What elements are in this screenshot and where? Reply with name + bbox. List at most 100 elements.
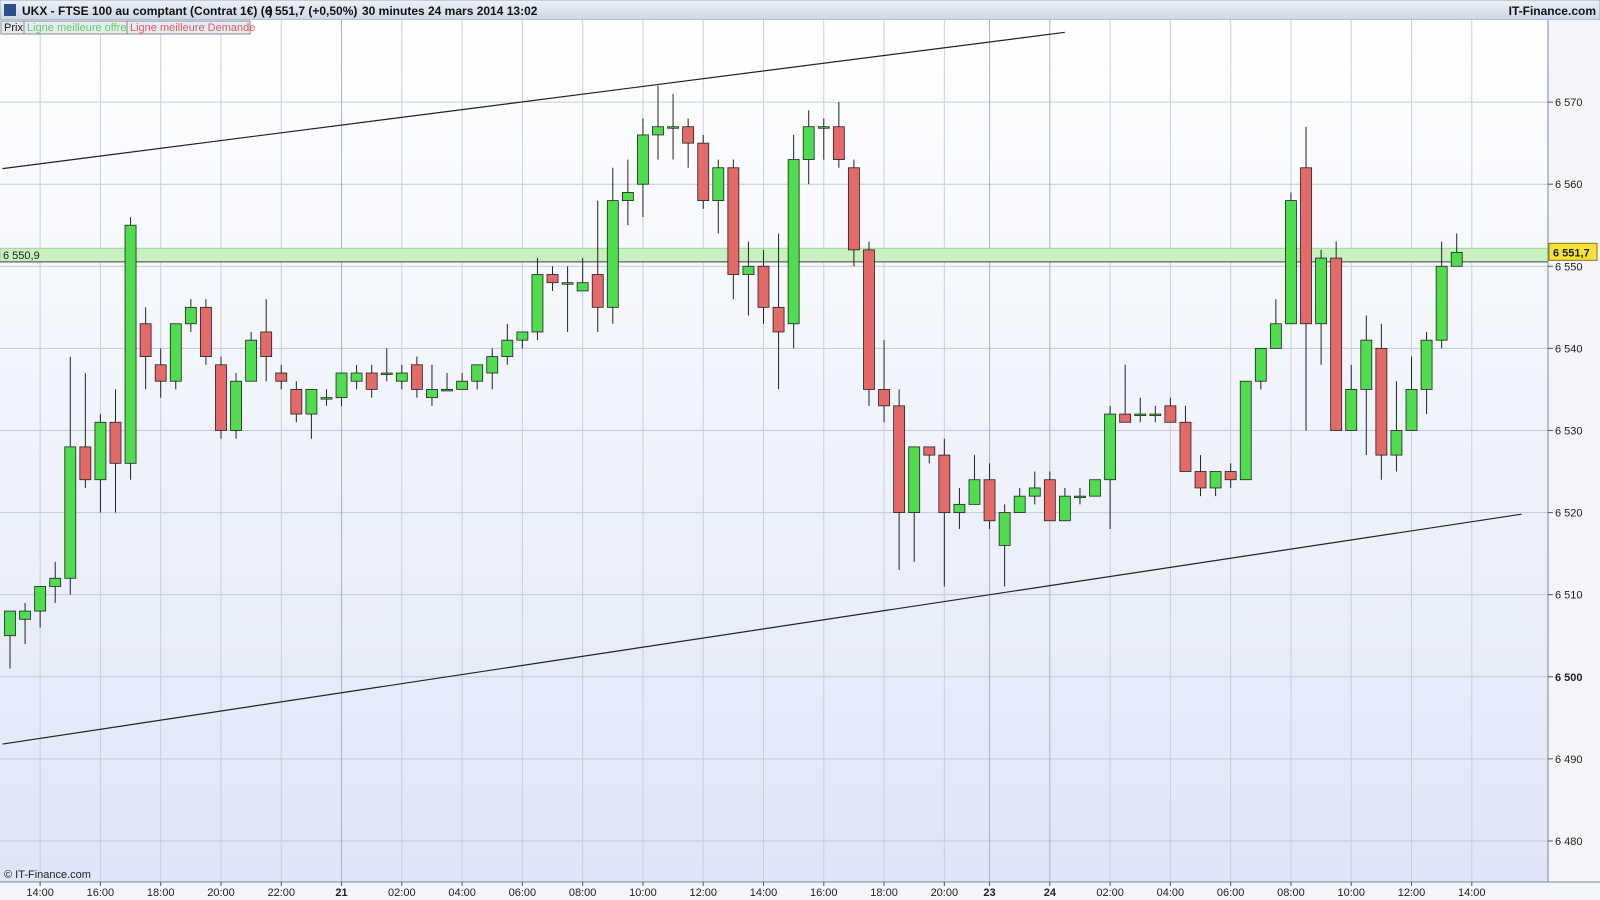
y-tick-label: 6 530	[1555, 425, 1583, 437]
candle-body-down	[1164, 405, 1177, 423]
candle-body-down	[591, 274, 604, 308]
footer-copyright: © IT-Finance.com	[4, 869, 91, 881]
candle-body-up	[1028, 487, 1041, 497]
candle-body-down	[215, 364, 227, 431]
candle-body-down	[546, 274, 559, 284]
candle-body-up	[124, 224, 137, 464]
x-tick-label: 08:00	[569, 887, 597, 899]
candle[interactable]	[1089, 479, 1101, 497]
candle[interactable]	[697, 134, 710, 209]
x-tick-label: 10:00	[629, 887, 657, 899]
candle-body-up	[1254, 347, 1267, 382]
price-line-label: 6 550,9	[3, 250, 40, 262]
candle-body-up	[667, 126, 679, 129]
candle-body-up	[441, 389, 453, 392]
candle[interactable]	[200, 299, 212, 365]
candle-body-up	[606, 200, 619, 308]
candle-body-up	[1134, 413, 1147, 416]
candle[interactable]	[124, 217, 137, 480]
candle-body-up	[712, 167, 725, 202]
candle-body-up	[350, 372, 363, 382]
candle-body-up	[19, 610, 31, 620]
candle[interactable]	[787, 134, 800, 349]
candle[interactable]	[863, 241, 875, 406]
candle-body-up	[1420, 339, 1433, 390]
candle-body-up	[1104, 413, 1117, 481]
candle-body-up	[1269, 323, 1282, 349]
candle-body-up	[456, 380, 469, 390]
price-axis-panel	[1548, 20, 1600, 882]
x-tick-label: 02:00	[1096, 887, 1124, 899]
candle-body-up	[576, 282, 589, 292]
legend-offre[interactable]: Ligne meilleure offre	[27, 22, 126, 34]
time-axis[interactable]: 14:00 16:00 18:00 20:00 22:00 21 02:00 04:00 06:…	[0, 881, 1600, 900]
candle-body-down	[260, 331, 273, 357]
candle-body-up	[1450, 251, 1463, 267]
plot-area[interactable]	[0, 20, 1548, 882]
price-axis[interactable]: 6 480 6 490 6 500 6 510 6 520 6 530 6 540 6 550…	[1547, 20, 1600, 882]
candle-body-down	[938, 454, 951, 513]
x-tick-label: 04:00	[1157, 887, 1185, 899]
candle-body-up	[1089, 479, 1101, 497]
candle-body-down	[983, 479, 996, 522]
candle-body-up	[64, 446, 77, 579]
candle-body-down	[1043, 479, 1056, 522]
x-tick-label: 04:00	[448, 887, 476, 899]
y-tick-label: 6 560	[1555, 179, 1583, 191]
y-tick-label: 6 520	[1555, 508, 1583, 520]
candle-body-up	[908, 446, 921, 513]
candle[interactable]	[169, 323, 182, 390]
candle[interactable]	[1330, 241, 1343, 431]
y-tick-label: 6 510	[1555, 590, 1583, 602]
candle-body-down	[863, 249, 875, 390]
candle-body-down	[848, 167, 860, 251]
x-tick-label: 08:00	[1277, 887, 1305, 899]
candle-body-up	[1149, 413, 1162, 416]
x-tick-label: 20:00	[931, 887, 959, 899]
candle-body-down	[1119, 413, 1132, 423]
candle-body-up	[49, 577, 62, 587]
candle-body-up	[1315, 257, 1327, 325]
candle-body-up	[94, 421, 107, 481]
candle-body-down	[1300, 167, 1312, 325]
candle-body-up	[742, 265, 755, 275]
x-tick-label: 06:00	[1217, 887, 1245, 899]
x-tick-label: 20:00	[207, 887, 235, 899]
header-timeframe: 30 minutes	[362, 4, 425, 18]
candle-body-up	[395, 372, 408, 382]
candle-body-up	[531, 274, 544, 333]
candle[interactable]	[215, 356, 227, 439]
candle-body-down	[682, 126, 695, 144]
legend-demande[interactable]: Ligne meilleure Demande	[130, 22, 255, 34]
candle-body-up	[1013, 495, 1026, 513]
candle-body-up	[953, 503, 966, 513]
y-tick-label: 6 570	[1555, 97, 1583, 109]
x-tick-label: 23	[983, 887, 995, 899]
candle-body-up	[802, 126, 815, 160]
candle-body-up	[501, 339, 514, 357]
candle-body-up	[305, 389, 318, 415]
x-tick-label: 24	[1044, 887, 1057, 899]
header-last: 6 551,7 (+0,50%)	[265, 4, 357, 18]
candle[interactable]	[1285, 192, 1297, 325]
candle-body-down	[772, 306, 785, 333]
legend-prix[interactable]: Prix	[4, 22, 23, 34]
candle-body-up	[1435, 265, 1448, 341]
x-tick-label: 12:00	[1398, 887, 1426, 899]
candle-body-up	[486, 356, 499, 374]
candle-body-up	[637, 134, 649, 185]
candle-body-down	[139, 323, 152, 357]
candle[interactable]	[230, 373, 242, 439]
candlestick-chart[interactable]: UKX - FTSE 100 au comptant (Contrat 1€) …	[0, 0, 1600, 900]
candle[interactable]	[1239, 380, 1252, 481]
candle-body-down	[1224, 471, 1237, 481]
candle-body-down	[275, 372, 288, 382]
x-tick-label: 18:00	[147, 887, 175, 899]
x-tick-label: 14:00	[750, 887, 778, 899]
candle-body-down	[893, 405, 906, 513]
candle-body-down	[1330, 257, 1343, 431]
x-tick-label: 18:00	[870, 887, 898, 899]
candle-body-down	[1375, 347, 1388, 456]
candle-body-down	[757, 265, 770, 308]
candle-body-down	[1179, 421, 1192, 472]
